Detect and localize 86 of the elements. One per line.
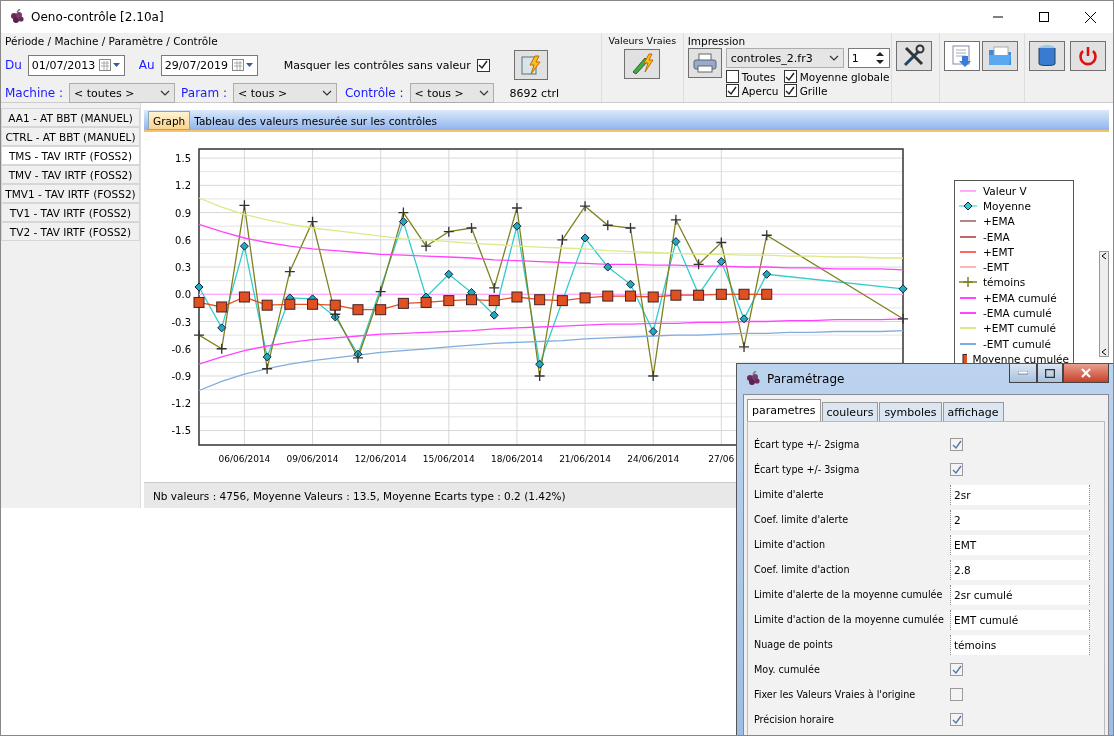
- legend-label: +EMA cumulé: [983, 291, 1057, 304]
- input-field[interactable]: témoins: [950, 634, 1090, 655]
- sidebar-item[interactable]: TMS - TAV IRTF (FOSS2): [1, 146, 140, 165]
- group-title: Impression: [687, 35, 747, 47]
- legend-label: +EMT cumulé: [983, 322, 1056, 335]
- setting-label: Écart type +/- 3sigma: [754, 464, 861, 475]
- legend-label: Moyenne: [983, 199, 1031, 212]
- axis-label: 27/06: [708, 454, 735, 464]
- checkbox-label: Masquer les contrôles sans valeur: [283, 58, 471, 72]
- copies-spinner[interactable]: 1: [847, 48, 890, 68]
- group-title: Période / Machine / Paramètre / Contrôle: [5, 35, 219, 47]
- axis-label: -1.2: [171, 398, 191, 410]
- sidebar-item[interactable]: TMV1 - TAV IRTF (FOSS2): [1, 184, 140, 203]
- setting-label: Limite d'alerte de la moyenne cumulée: [754, 589, 944, 600]
- input-field[interactable]: 2sr cumulé: [950, 584, 1090, 605]
- axis-label: 18/06/2014: [491, 454, 543, 464]
- axis-label: 09/06/2014: [286, 454, 339, 464]
- axis-label: -0.9: [171, 371, 191, 382]
- group-title: Valeurs Vraies: [608, 35, 677, 46]
- axis-label: 21/06/2014: [559, 454, 611, 464]
- tab[interactable]: symboles: [879, 402, 942, 421]
- axis-label: -1.5: [171, 425, 191, 437]
- legend-label: -EMT cumulé: [983, 337, 1051, 350]
- field-label: Machine :: [5, 86, 64, 100]
- dialog-title: Paramétrage: [767, 372, 845, 386]
- field-label: Param :: [181, 86, 227, 100]
- control-dropdown[interactable]: < tous >: [409, 83, 494, 103]
- setting-label: Limite d'alerte: [754, 489, 825, 500]
- setting-label: Limite d'action: [754, 539, 826, 550]
- setting-label: Coef. limite d'action: [754, 564, 851, 575]
- sidebar-item[interactable]: AA1 - AT BBT (MANUEL): [1, 108, 140, 127]
- sidebar-item[interactable]: CTRL - AT BBT (MANUEL): [1, 127, 140, 146]
- legend-label: +EMA: [983, 215, 1015, 228]
- sidebar-item[interactable]: TV1 - TAV IRTF (FOSS2): [1, 203, 140, 222]
- checkbox-label: Grille: [799, 84, 828, 97]
- field-label: Au: [138, 58, 155, 72]
- legend-label: Moyenne cumulée: [972, 352, 1069, 365]
- template-dropdown[interactable]: controles_2.fr3: [725, 48, 844, 68]
- tab[interactable]: Graph: [148, 111, 191, 130]
- setting-label: Fixer les Valeurs Vraies à l'origine: [754, 689, 917, 700]
- tab[interactable]: Tableau des valeurs mesurée sur les contrôles: [190, 111, 441, 130]
- axis-label: 24/06/2014: [627, 454, 680, 464]
- tab[interactable]: couleurs: [821, 402, 879, 421]
- tab[interactable]: affichage: [942, 402, 1004, 421]
- axis-label: 0.6: [175, 234, 191, 246]
- axis-label: 15/06/2014: [422, 454, 475, 464]
- input-field[interactable]: 2sr: [950, 484, 1090, 505]
- window-title: Oeno-contrôle [2.10a]: [31, 10, 164, 24]
- machine-dropdown[interactable]: < toutes >: [69, 83, 176, 103]
- legend-label: -EMT: [983, 261, 1009, 274]
- axis-label: -0.6: [171, 343, 191, 355]
- setting-label: Nuage de points: [754, 639, 834, 650]
- legend-label: +EMT: [983, 245, 1014, 258]
- setting-label: Écart type +/- 2sigma: [754, 439, 861, 450]
- checkbox-label: Moyenne globale: [799, 70, 890, 83]
- input-field[interactable]: 2.8: [950, 559, 1090, 580]
- input-field[interactable]: EMT: [950, 534, 1090, 555]
- control-count: 8692 ctrl: [509, 86, 560, 100]
- date-field[interactable]: 01/07/2013: [27, 54, 125, 76]
- legend-label: Valeur V: [983, 184, 1027, 197]
- sidebar-item[interactable]: TV2 - TAV IRTF (FOSS2): [1, 222, 140, 241]
- checkbox-label: Toutes: [741, 70, 776, 83]
- legend-label: -EMA: [983, 230, 1010, 243]
- legend-label: témoins: [983, 276, 1026, 289]
- field-label: Contrôle :: [345, 86, 404, 100]
- date-field[interactable]: 29/07/2019: [160, 54, 258, 76]
- setting-label: Précision horaire: [754, 714, 835, 725]
- setting-label: Coef. limite d'alerte: [754, 514, 850, 525]
- axis-label: 0.9: [175, 207, 191, 219]
- setting-label: Moy. cumulée: [754, 664, 821, 675]
- input-field[interactable]: EMT cumulé: [950, 609, 1090, 630]
- input-field[interactable]: 2: [950, 509, 1090, 530]
- legend-label: -EMA cumulé: [983, 307, 1052, 319]
- axis-label: 1.2: [175, 180, 191, 192]
- checkbox-label: Apercu: [741, 84, 779, 97]
- tab[interactable]: parametres: [747, 399, 821, 421]
- axis-label: 0.0: [175, 289, 191, 301]
- axis-label: 12/06/2014: [354, 454, 407, 464]
- setting-label: Limite d'action de la moyenne cumulée: [754, 614, 945, 625]
- axis-label: 0.3: [175, 262, 191, 274]
- axis-label: 06/06/2014: [218, 454, 271, 464]
- sidebar-item[interactable]: TMV - TAV IRTF (FOSS2): [1, 165, 140, 184]
- axis-label: -0.3: [171, 316, 191, 328]
- axis-label: 1.5: [175, 153, 191, 165]
- param-dropdown[interactable]: < tous >: [233, 83, 337, 103]
- field-label: Du: [5, 58, 22, 72]
